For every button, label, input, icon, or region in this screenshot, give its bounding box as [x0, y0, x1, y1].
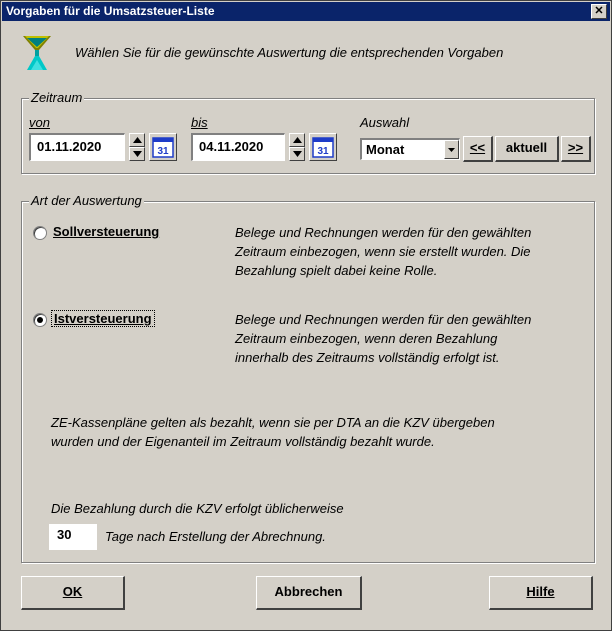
dialog-window: Vorgaben für die Umsatzsteuer-Liste ✕ Wä… — [0, 0, 612, 631]
ist-label-text: Istversteuerung — [54, 311, 152, 326]
ze-note-line: ZE-Kassenpläne gelten als bezahlt, wenn … — [51, 415, 495, 430]
prev-period-button[interactable]: << — [463, 136, 493, 162]
ist-desc-line: innerhalb des Zeitraums vollständig erfo… — [235, 350, 500, 365]
ist-desc-line: Zeitraum einbezogen, wenn deren Bezahlun… — [235, 331, 498, 346]
bis-label-text: bis — [191, 115, 208, 130]
soll-desc-line: Bezahlung spielt dabei keine Rolle. — [235, 263, 438, 278]
calendar-icon: 31 — [152, 137, 174, 158]
arrow-down-icon — [293, 151, 302, 157]
auswertung-legend: Art der Auswertung — [29, 193, 144, 208]
soll-label[interactable]: Sollversteuerung — [53, 224, 159, 239]
current-period-label: aktuell — [505, 140, 548, 155]
soll-label-text: Sollversteuerung — [53, 224, 160, 239]
bis-spinner[interactable] — [289, 133, 305, 161]
ist-description: Belege und Rechnungen werden für den gew… — [235, 310, 531, 367]
prev-period-label: << — [469, 140, 486, 155]
soll-radio[interactable] — [33, 226, 47, 240]
auswahl-label-text: Auswahl — [360, 115, 410, 130]
filter-funnel-icon — [23, 36, 51, 70]
von-calendar-button[interactable]: 31 — [149, 133, 177, 161]
current-period-button[interactable]: aktuell — [495, 136, 559, 162]
cancel-button[interactable]: Abbrechen — [256, 576, 362, 610]
close-button[interactable]: ✕ — [591, 4, 607, 19]
bis-spin-up[interactable] — [289, 133, 305, 147]
next-period-label: >> — [567, 140, 584, 155]
arrow-up-icon — [293, 137, 302, 143]
chevron-down-icon — [448, 148, 455, 152]
von-label: von — [29, 115, 50, 130]
intro-text: Wählen Sie für die gewünschte Auswertung… — [75, 45, 504, 60]
von-label-text: von — [29, 115, 50, 130]
ist-desc-line: Belege und Rechnungen werden für den gew… — [235, 312, 532, 327]
soll-description: Belege und Rechnungen werden für den gew… — [235, 223, 531, 280]
next-period-button[interactable]: >> — [561, 136, 591, 162]
von-spin-up[interactable] — [129, 133, 145, 147]
bis-label: bis — [191, 115, 208, 130]
kzv-text: Die Bezahlung durch die KZV erfolgt übli… — [51, 501, 344, 516]
calendar-day: 31 — [157, 146, 169, 157]
ze-note: ZE-Kassenpläne gelten als bezahlt, wenn … — [51, 413, 495, 451]
calendar-day: 31 — [317, 146, 329, 157]
radio-selected-dot — [37, 317, 43, 323]
arrow-down-icon — [133, 151, 142, 157]
von-date-input[interactable]: 01.11.2020 — [29, 133, 125, 161]
von-spinner[interactable] — [129, 133, 145, 161]
arrow-up-icon — [133, 137, 142, 143]
ze-note-line: wurden und der Eigenanteil im Zeitraum v… — [51, 434, 435, 449]
auswahl-select[interactable]: Monat — [360, 138, 460, 160]
calendar-icon: 31 — [312, 137, 334, 158]
ok-button[interactable]: OK — [21, 576, 125, 610]
auswahl-label: Auswahl — [360, 115, 409, 130]
bis-calendar-button[interactable]: 31 — [309, 133, 337, 161]
title-bar[interactable]: Vorgaben für die Umsatzsteuer-Liste ✕ — [2, 2, 610, 21]
bis-spin-down[interactable] — [289, 147, 305, 161]
ist-radio[interactable] — [33, 313, 47, 327]
ist-label[interactable]: Istversteuerung — [51, 310, 155, 327]
zeitraum-legend: Zeitraum — [29, 90, 85, 105]
help-label: Hilfe — [526, 584, 555, 599]
cancel-label: Abbrechen — [274, 584, 343, 599]
auswahl-value: Monat — [366, 142, 405, 157]
soll-desc-line: Belege und Rechnungen werden für den gew… — [235, 225, 532, 240]
close-icon: ✕ — [594, 5, 604, 17]
bis-date-input[interactable]: 04.11.2020 — [191, 133, 285, 161]
days-suffix: Tage nach Erstellung der Abrechnung. — [105, 529, 326, 544]
window-title: Vorgaben für die Umsatzsteuer-Liste — [6, 4, 215, 18]
days-input[interactable]: 30 — [49, 524, 97, 550]
auswahl-dropdown-button[interactable] — [444, 140, 459, 159]
help-button[interactable]: Hilfe — [489, 576, 593, 610]
von-spin-down[interactable] — [129, 147, 145, 161]
ok-label: OK — [62, 584, 83, 599]
soll-desc-line: Zeitraum einbezogen, wenn sie erstellt w… — [235, 244, 531, 259]
